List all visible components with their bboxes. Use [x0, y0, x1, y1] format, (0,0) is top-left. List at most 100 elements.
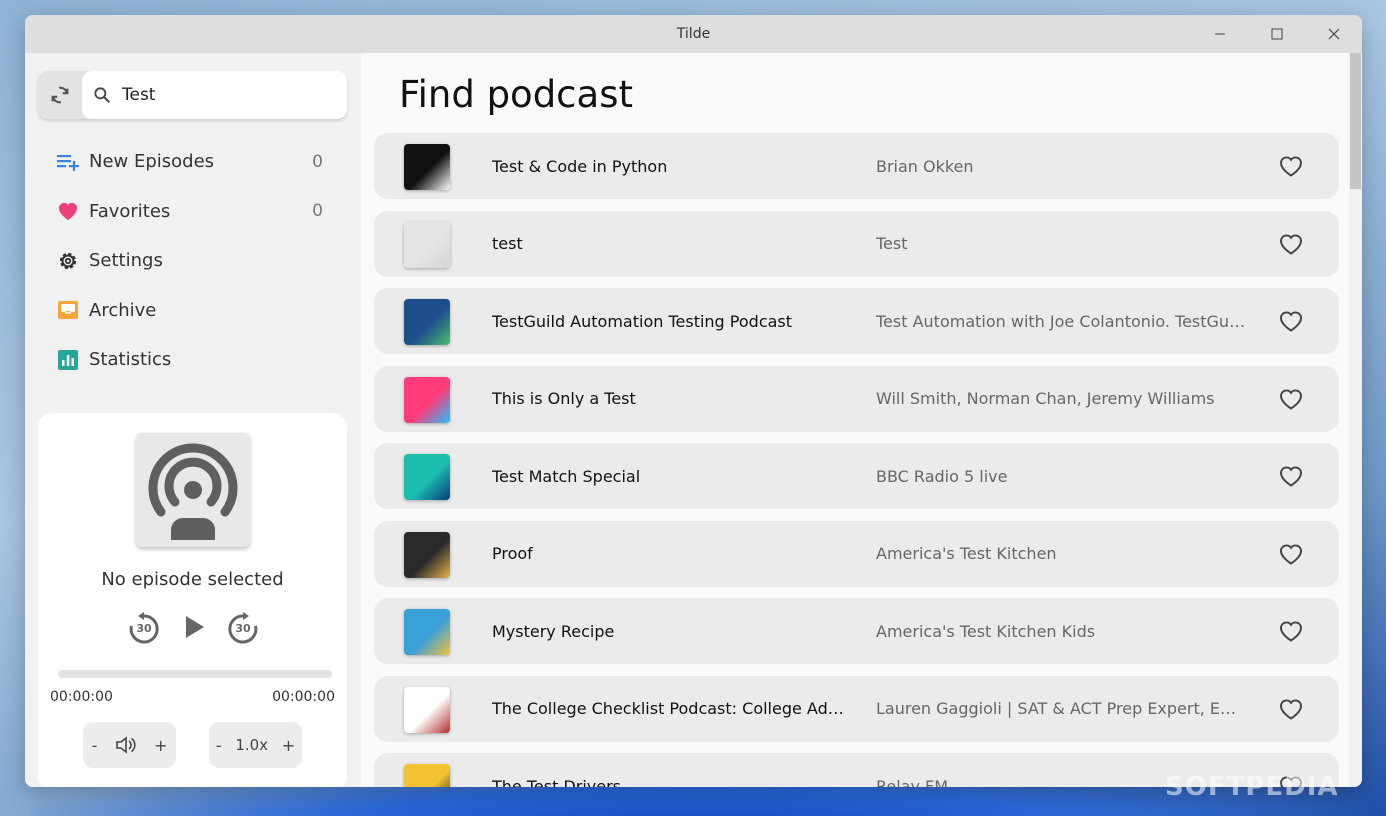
podcast-result-row[interactable]: test Test	[374, 210, 1339, 277]
favorite-heart-icon[interactable]	[1277, 152, 1305, 180]
playback-speed-control: - 1.0x +	[209, 722, 302, 768]
scrollbar[interactable]	[1349, 53, 1362, 787]
sidebar-item-label: Settings	[89, 250, 163, 272]
favorite-heart-icon[interactable]	[1277, 540, 1305, 568]
podcast-title: Test & Code in Python	[492, 156, 668, 176]
podcast-artwork	[404, 299, 450, 345]
podcast-artwork	[404, 376, 450, 423]
search-icon	[82, 85, 122, 105]
episode-status: No episode selected	[101, 569, 284, 590]
page-title: Find podcast	[399, 73, 633, 116]
forward-30-button[interactable]: 30	[225, 611, 261, 647]
podcast-artwork	[404, 531, 450, 578]
speed-up-button[interactable]: +	[282, 736, 295, 755]
sidebar-item-label: New Episodes	[89, 151, 215, 173]
podcast-title: The College Checklist Podcast: College A…	[492, 699, 857, 718]
podcast-artwork	[404, 454, 450, 500]
podcast-title: This is Only a Test	[492, 389, 636, 408]
podcast-author: Brian Okken	[876, 156, 974, 176]
maximize-button[interactable]	[1248, 15, 1305, 53]
sidebar-item-favorites[interactable]: Favorites 0	[43, 187, 343, 237]
search-bar	[38, 71, 347, 119]
gear-icon	[55, 248, 81, 274]
volume-down-button[interactable]: -	[92, 736, 98, 755]
search-field	[82, 71, 347, 119]
favorite-heart-icon[interactable]	[1277, 462, 1305, 490]
podcast-artwork	[404, 686, 450, 733]
sidebar-item-new-episodes[interactable]: New Episodes 0	[43, 137, 343, 187]
favorite-heart-icon[interactable]	[1277, 695, 1305, 723]
podcast-author: Test	[876, 234, 908, 253]
podcast-result-row[interactable]: Mystery Recipe America's Test Kitchen Kid…	[374, 598, 1339, 664]
favorite-heart-icon[interactable]	[1277, 230, 1305, 258]
sidebar-item-label: Archive	[89, 299, 157, 321]
podcast-title: Test Match Special	[492, 466, 641, 486]
podcast-artwork	[404, 221, 450, 268]
podcast-result-row[interactable]: TestGuild Automation Testing Podcast Test…	[374, 288, 1339, 354]
sidebar-nav: New Episodes 0 Favorites 0 Settings Arch…	[43, 137, 343, 385]
play-button[interactable]	[181, 614, 207, 644]
podcast-result-row[interactable]: The College Checklist Podcast: College A…	[374, 675, 1339, 742]
main-content: Find podcast Test & Code in Python Brian …	[363, 53, 1349, 787]
sidebar-item-label: Statistics	[89, 349, 172, 371]
sidebar: New Episodes 0 Favorites 0 Settings	[25, 53, 361, 787]
rewind-seconds-label: 30	[136, 622, 152, 635]
favorite-heart-icon[interactable]	[1277, 617, 1305, 645]
favorites-count: 0	[312, 201, 323, 222]
play-icon	[185, 616, 204, 638]
softpedia-watermark: SOFTPEDIA	[1165, 772, 1339, 802]
podcast-title: Mystery Recipe	[492, 621, 615, 641]
speed-down-button[interactable]: -	[216, 736, 222, 755]
refresh-button[interactable]	[38, 71, 82, 119]
rewind-30-button[interactable]: 30	[126, 611, 162, 647]
podcast-results-list: Test & Code in Python Brian Okken test Test…	[374, 133, 1339, 787]
sidebar-item-label: Favorites	[89, 200, 171, 222]
player-panel: No episode selected 30 30 00:00:00 00:00…	[38, 413, 347, 787]
bar-chart-icon	[55, 347, 81, 373]
podcast-title: Proof	[492, 544, 533, 563]
app-window: Tilde Test New Episodes 0 Favorites 0 Se…	[25, 15, 1362, 787]
window-title: Tilde	[676, 26, 711, 42]
new-episodes-count: 0	[312, 151, 323, 172]
transport-controls: 30 30	[126, 609, 261, 649]
podcast-artwork	[404, 764, 450, 787]
forward-seconds-label: 30	[235, 622, 251, 635]
close-button[interactable]	[1305, 15, 1362, 53]
podcast-author: BBC Radio 5 live	[876, 466, 1008, 486]
heart-icon	[55, 198, 81, 224]
window-controls	[1191, 15, 1362, 53]
search-input[interactable]	[122, 85, 332, 105]
podcast-result-row[interactable]: Test & Code in Python Brian Okken	[374, 133, 1339, 199]
podcast-artwork	[404, 144, 450, 190]
podcast-author: Test Automation with Joe Colantonio. Tes…	[876, 311, 1246, 331]
speaker-icon	[115, 736, 136, 754]
time-total: 00:00:00	[272, 689, 335, 705]
progress-bar[interactable]	[58, 670, 332, 678]
title-bar: Tilde	[25, 15, 1362, 53]
playback-speed-value: 1.0x	[235, 736, 269, 754]
favorite-heart-icon[interactable]	[1277, 385, 1305, 413]
podcast-artwork	[404, 609, 450, 655]
podcast-result-row[interactable]: Test Match Special BBC Radio 5 live	[374, 443, 1339, 509]
favorite-heart-icon[interactable]	[1277, 307, 1305, 335]
sidebar-item-statistics[interactable]: Statistics	[43, 335, 343, 385]
sidebar-item-archive[interactable]: Archive	[43, 286, 343, 336]
maximize-icon	[1271, 28, 1282, 40]
refresh-icon	[51, 86, 69, 104]
archive-icon	[55, 297, 81, 323]
podcast-author: America's Test Kitchen	[876, 544, 1057, 563]
sidebar-item-settings[interactable]: Settings	[43, 236, 343, 286]
podcast-result-row[interactable]: Proof America's Test Kitchen	[374, 520, 1339, 587]
time-elapsed: 00:00:00	[50, 689, 113, 705]
scrollbar-thumb[interactable]	[1350, 53, 1361, 189]
minimize-icon	[1214, 33, 1225, 35]
podcast-author: Will Smith, Norman Chan, Jeremy Williams	[876, 389, 1215, 408]
minimize-button[interactable]	[1191, 15, 1248, 53]
podcast-result-row[interactable]: This is Only a Test Will Smith, Norman Ch…	[374, 365, 1339, 432]
close-icon	[1328, 28, 1339, 40]
podcast-icon	[148, 443, 238, 540]
podcast-author: America's Test Kitchen Kids	[876, 621, 1096, 641]
volume-up-button[interactable]: +	[154, 736, 167, 755]
podcast-title: test	[492, 234, 523, 253]
podcast-title: TestGuild Automation Testing Podcast	[492, 311, 793, 331]
